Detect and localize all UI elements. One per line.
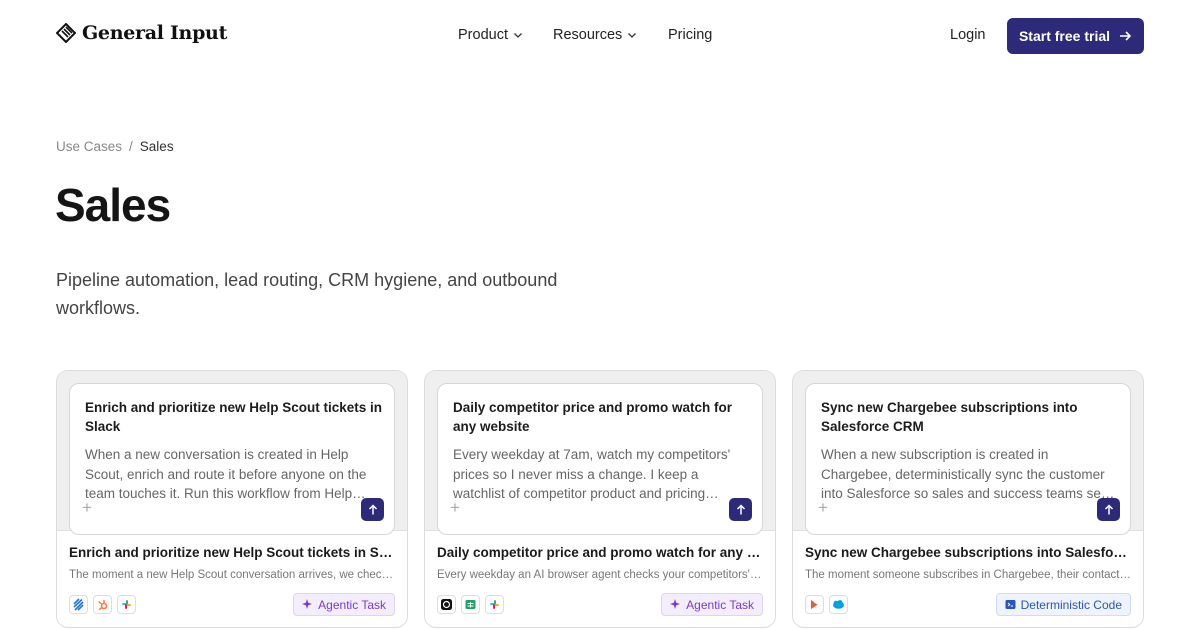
nav-pricing[interactable]: Pricing <box>668 27 712 43</box>
prompt-box: Daily competitor price and promo watch f… <box>437 383 763 535</box>
agentic-task-badge: Agentic Task <box>661 593 763 616</box>
send-button[interactable] <box>1097 498 1120 521</box>
nav-product[interactable]: Product <box>458 27 523 43</box>
nav-product-label: Product <box>458 27 508 43</box>
card-title[interactable]: Daily competitor price and promo watch f… <box>437 545 763 560</box>
plus-icon[interactable]: + <box>450 499 460 517</box>
chevron-down-icon <box>514 33 522 38</box>
prompt-title: Enrich and prioritize new Help Scout tic… <box>85 400 383 434</box>
slack-icon <box>117 595 136 614</box>
salesforce-icon <box>829 595 848 614</box>
plus-icon[interactable]: + <box>82 499 92 517</box>
code-icon <box>1005 600 1016 609</box>
chargebee-icon <box>805 595 824 614</box>
start-free-trial-label: Start free trial <box>1018 28 1111 44</box>
arrow-up-icon <box>368 503 377 514</box>
breadcrumb-separator: / <box>129 139 133 154</box>
page-title: Sales <box>55 179 171 231</box>
use-case-card[interactable]: Daily competitor price and promo watch f… <box>424 370 776 628</box>
badge-label: Agentic Task <box>318 597 386 612</box>
prompt-description: Every weekday at 7am, watch my competito… <box>453 447 731 501</box>
slack-icon <box>485 595 504 614</box>
prompt-box: Sync new Chargebee subscriptions into Sa… <box>805 383 1131 535</box>
nav-resources-label: Resources <box>553 27 623 43</box>
sheets-icon <box>461 595 480 614</box>
agentic-task-badge: Agentic Task <box>293 593 395 616</box>
app-icons <box>69 595 136 614</box>
prompt-title: Sync new Chargebee subscriptions into Sa… <box>821 400 1078 434</box>
arrow-up-icon <box>736 503 745 514</box>
badge-label: Agentic Task <box>686 597 754 612</box>
hubspot-icon <box>93 595 112 614</box>
top-nav: General Input Product Resources Pricing … <box>0 0 1200 72</box>
deterministic-code-badge: Deterministic Code <box>995 593 1131 616</box>
card-description: Every weekday an AI browser agent checks… <box>437 569 763 581</box>
sparkle-icon <box>302 599 313 609</box>
breadcrumb-use-cases[interactable]: Use Cases <box>56 139 122 154</box>
card-description: The moment a new Help Scout conversation… <box>69 569 395 581</box>
logo-icon <box>56 23 76 43</box>
card-title[interactable]: Enrich and prioritize new Help Scout tic… <box>69 545 395 560</box>
send-button[interactable] <box>361 498 384 521</box>
breadcrumb-current: Sales <box>139 139 174 154</box>
prompt-description: When a new conversation is created in He… <box>85 447 367 501</box>
app-icons <box>437 595 504 614</box>
logo-text: General Input <box>82 22 228 44</box>
logo[interactable]: General Input <box>56 22 227 44</box>
plus-icon[interactable]: + <box>818 499 828 517</box>
prompt-description: When a new subscription is created in Ch… <box>821 447 1109 501</box>
nav-resources[interactable]: Resources <box>553 27 637 43</box>
card-title[interactable]: Sync new Chargebee subscriptions into Sa… <box>805 545 1131 560</box>
card-description: The moment someone subscribes in Chargeb… <box>805 569 1131 581</box>
send-button[interactable] <box>729 498 752 521</box>
prompt-box: Enrich and prioritize new Help Scout tic… <box>69 383 395 535</box>
page-subtitle: Pipeline automation, lead routing, CRM h… <box>56 270 558 318</box>
breadcrumb: Use Cases / Sales <box>56 139 174 154</box>
login-link[interactable]: Login <box>950 27 985 43</box>
arrow-right-icon <box>1120 31 1132 41</box>
use-case-cards: Enrich and prioritize new Help Scout tic… <box>56 370 1144 630</box>
helpscout-icon <box>69 595 88 614</box>
prompt-title: Daily competitor price and promo watch f… <box>453 400 733 434</box>
app-icons <box>805 595 848 614</box>
start-free-trial-button[interactable]: Start free trial <box>1007 18 1144 54</box>
use-case-card[interactable]: Sync new Chargebee subscriptions into Sa… <box>792 370 1144 628</box>
use-case-card[interactable]: Enrich and prioritize new Help Scout tic… <box>56 370 408 628</box>
chevron-down-icon <box>628 33 637 38</box>
openai-icon <box>437 595 456 614</box>
badge-label: Deterministic Code <box>1020 597 1122 612</box>
arrow-up-icon <box>1104 503 1113 514</box>
sparkle-icon <box>670 599 681 609</box>
nav-pricing-label: Pricing <box>668 27 713 43</box>
